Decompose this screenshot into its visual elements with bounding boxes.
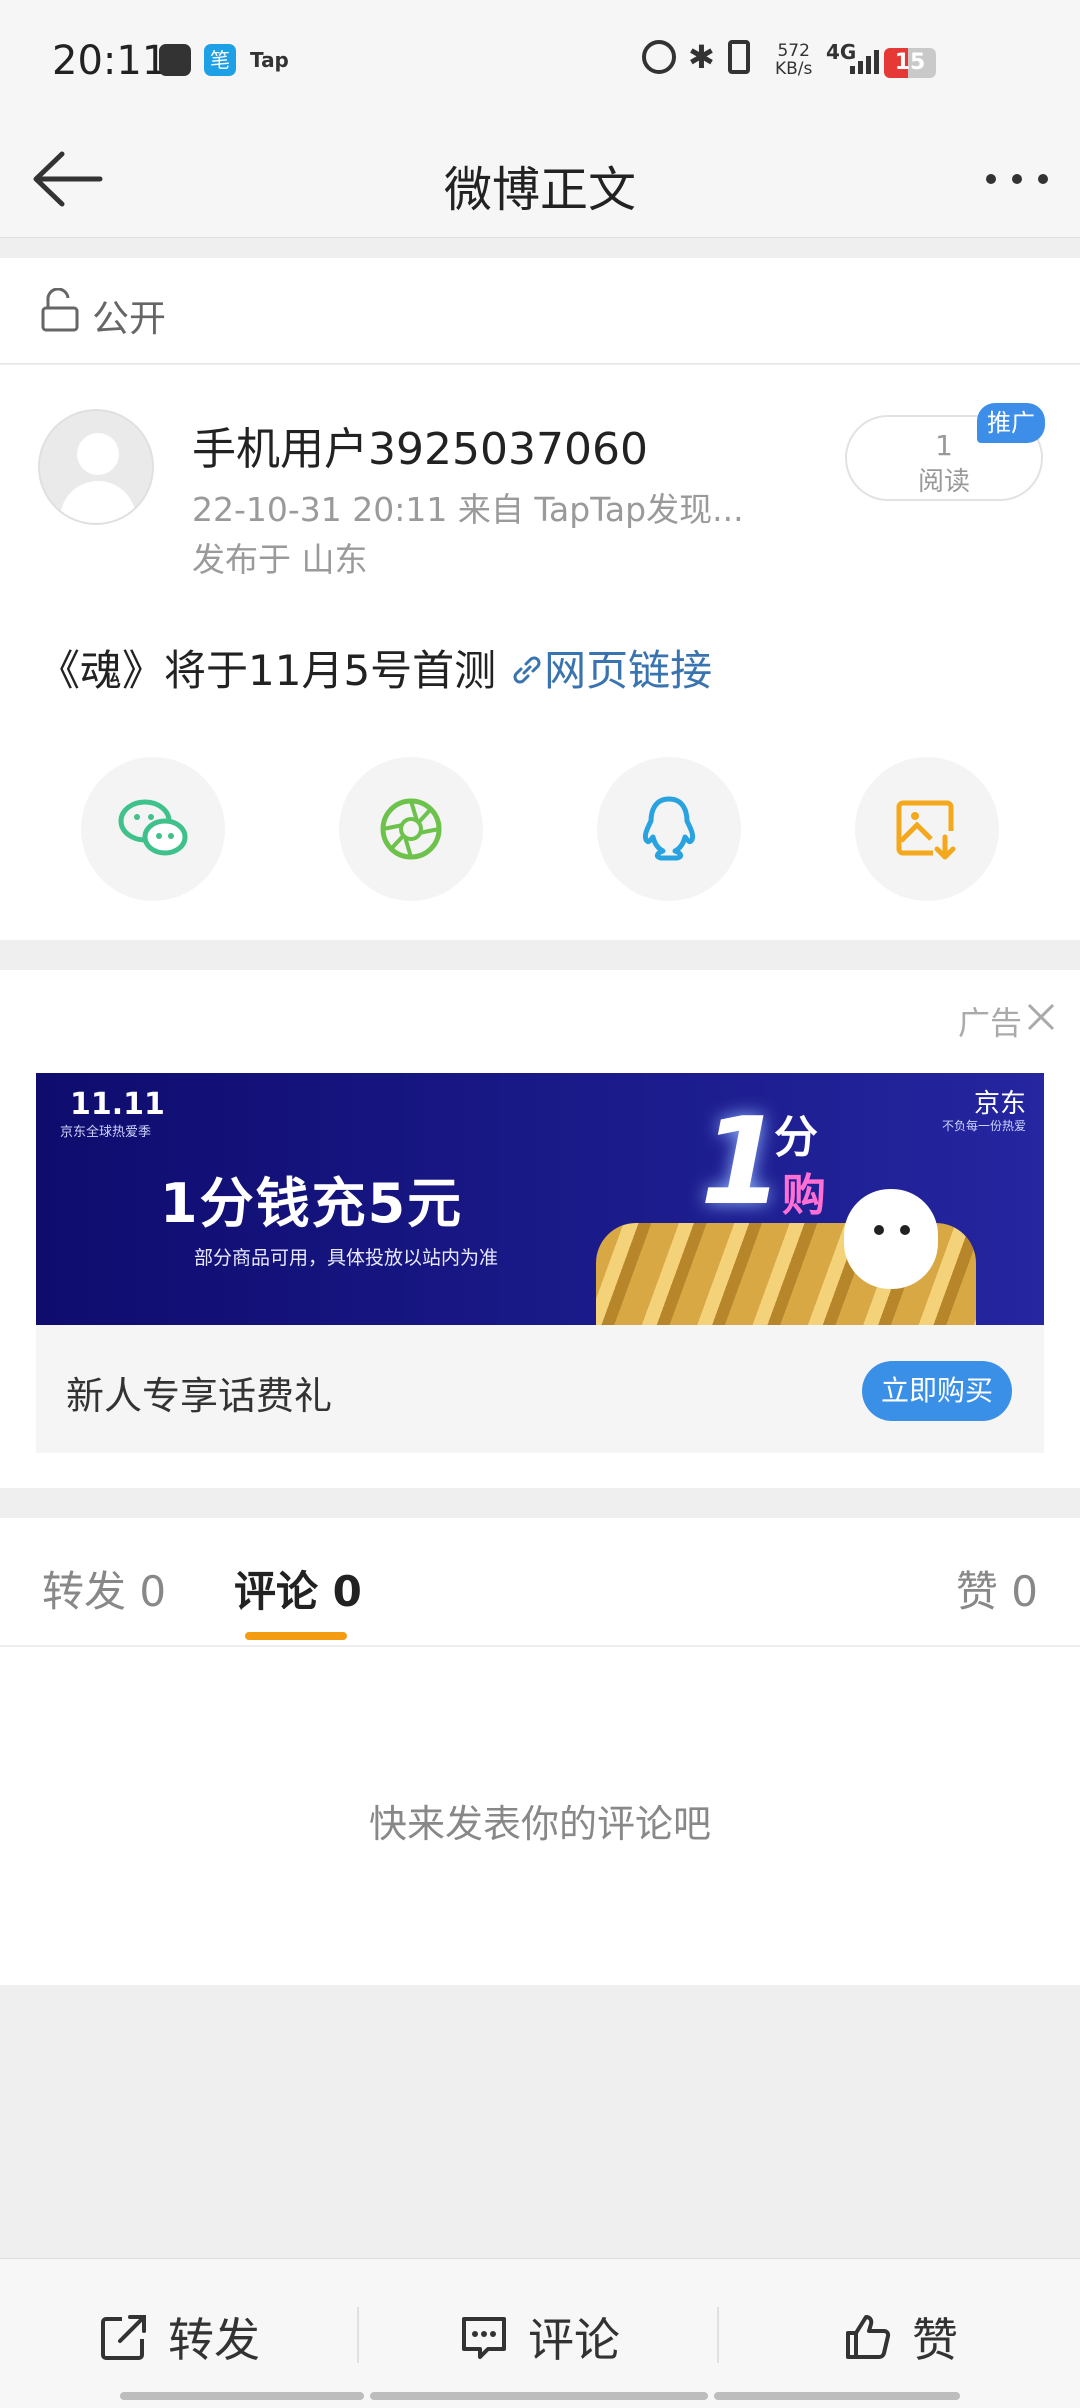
status-time: 20:11	[52, 38, 168, 84]
comments-section: 快来发表你的评论吧	[0, 1647, 1080, 1985]
ad-banner-gou: 购	[782, 1170, 826, 1221]
link-icon	[513, 656, 541, 684]
gesture-indicator	[120, 2392, 364, 2400]
ad-banner-logo: 11.11	[70, 1087, 165, 1122]
ad-banner-headline: 1分钱充5元	[160, 1172, 464, 1235]
active-tab-indicator	[245, 1632, 347, 1640]
web-link[interactable]: 网页链接	[544, 646, 712, 695]
taptap-notification-icon: Tap	[250, 48, 289, 72]
post-card: 手机用户3925037060 22-10-31 20:11 来自 TapTap发…	[0, 365, 1080, 940]
status-bar: 20:11 笔 Tap ✱ 572 KB/s 4G 15	[0, 0, 1080, 120]
network-speed-unit: KB/s	[775, 59, 813, 79]
empty-comments-text: 快来发表你的评论吧	[368, 1802, 711, 1846]
ad-card: 广告 11.11 京东全球热爱季 1分钱充5元 部分商品可用，具体投放以站内为准…	[0, 970, 1080, 1488]
wechat-icon	[118, 799, 188, 856]
share-wechat-button[interactable]	[81, 757, 225, 901]
post-body: 《魂》将于11月5号首测	[38, 646, 497, 695]
comment-button[interactable]: 评论	[458, 2307, 620, 2367]
ad-footer[interactable]: 新人专享话费礼 立即购买	[36, 1325, 1044, 1453]
buy-now-button[interactable]: 立即购买	[862, 1361, 1012, 1421]
visibility-label: 公开	[92, 297, 166, 340]
battery-icon: 15	[884, 48, 936, 78]
page-title: 微博正文	[443, 162, 636, 218]
alarm-icon	[642, 40, 676, 74]
share-moments-button[interactable]	[339, 757, 483, 901]
close-icon[interactable]	[1026, 1002, 1056, 1032]
gesture-indicator	[714, 2392, 960, 2400]
ad-brand-sub: 不负每一份热爱	[941, 1119, 1026, 1133]
notification-app-icon	[159, 44, 191, 76]
post-location: 发布于 山东	[192, 540, 368, 579]
interaction-tabs: 转发 0 评论 0 赞 0	[0, 1518, 1080, 1646]
like-label: 赞	[912, 2313, 958, 2367]
gesture-indicator	[370, 2392, 708, 2400]
signal-icon	[850, 50, 880, 74]
visibility-row[interactable]: 公开	[0, 258, 1080, 364]
save-image-button[interactable]	[855, 757, 999, 901]
repost-button[interactable]: 转发	[98, 2307, 260, 2367]
comment-label: 评论	[528, 2313, 620, 2367]
share-arrow-icon	[101, 2315, 146, 2360]
tab-like[interactable]: 赞 0	[956, 1558, 1038, 1619]
network-speed-value: 572	[777, 41, 810, 61]
moments-icon	[380, 798, 442, 860]
ad-brand: 京东	[973, 1089, 1026, 1119]
post-text: 《魂》将于11月5号首测 网页链接	[38, 637, 712, 698]
read-label: 阅读	[917, 467, 970, 497]
comment-icon	[462, 2317, 506, 2359]
qq-icon	[642, 796, 696, 861]
bottom-action-bar: 转发 评论 赞	[0, 2258, 1080, 2408]
divider	[717, 2307, 719, 2363]
post-meta: 22-10-31 20:11 来自 TapTap发现...	[192, 490, 744, 529]
unlock-icon	[41, 288, 79, 332]
tab-repost[interactable]: 转发 0	[42, 1558, 166, 1619]
ad-banner-subtext: 部分商品可用，具体投放以站内为准	[194, 1247, 499, 1269]
ad-banner[interactable]: 11.11 京东全球热爱季 1分钱充5元 部分商品可用，具体投放以站内为准 1 …	[36, 1073, 1044, 1325]
title-bar: 微博正文	[0, 120, 1080, 238]
post-username[interactable]: 手机用户3925037060	[192, 413, 648, 477]
share-qq-button[interactable]	[597, 757, 741, 901]
repost-label: 转发	[168, 2313, 260, 2367]
ad-caption: 新人专享话费礼	[66, 1374, 333, 1418]
ad-banner-logo-sub: 京东全球热爱季	[60, 1125, 152, 1140]
save-image-icon	[896, 800, 956, 860]
network-speed: 572 KB/s	[775, 42, 812, 78]
notification-app-icon: 笔	[204, 44, 236, 76]
bluetooth-icon: ✱	[688, 38, 715, 76]
avatar[interactable]	[38, 409, 154, 525]
vibrate-icon	[728, 40, 750, 74]
promote-tag[interactable]: 推广	[977, 403, 1045, 443]
ad-label: 广告	[957, 1004, 1022, 1042]
thumbs-up-icon	[846, 2315, 891, 2359]
battery-level: 15	[894, 50, 926, 75]
tab-comment[interactable]: 评论 0	[234, 1558, 362, 1619]
like-button[interactable]: 赞	[842, 2307, 958, 2367]
ad-banner-fen: 分	[774, 1112, 818, 1163]
divider	[357, 2307, 359, 2363]
more-options-icon[interactable]	[982, 166, 1052, 196]
mascot-dog-icon	[844, 1189, 938, 1289]
